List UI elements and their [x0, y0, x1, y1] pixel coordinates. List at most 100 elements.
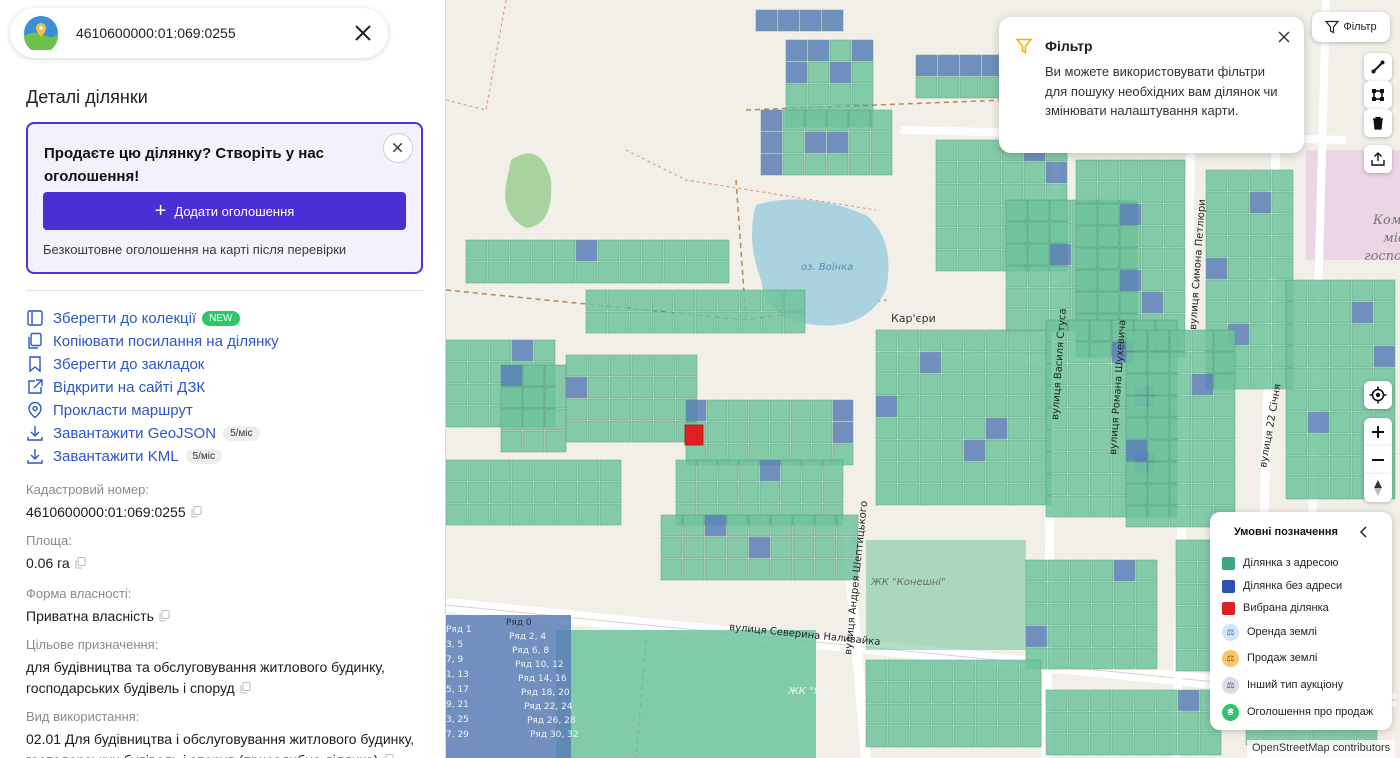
parcel[interactable]: [1007, 329, 1030, 352]
parcel[interactable]: [1049, 199, 1072, 222]
parcel[interactable]: [673, 311, 696, 334]
delete-drawing-button[interactable]: [1364, 109, 1392, 137]
parcel[interactable]: [1141, 203, 1164, 226]
parcel[interactable]: [631, 398, 654, 421]
parcel[interactable]: [1069, 581, 1092, 604]
parcel[interactable]: [1089, 733, 1112, 756]
parcel[interactable]: [931, 725, 954, 748]
parcel[interactable]: [1271, 169, 1294, 192]
parcel[interactable]: [706, 421, 728, 444]
parcel[interactable]: [522, 364, 545, 387]
parcel[interactable]: [739, 311, 762, 334]
map-attribution[interactable]: OpenStreetMap contributors: [1247, 740, 1396, 758]
parcel[interactable]: [599, 481, 622, 504]
parcel[interactable]: [997, 681, 1020, 704]
parcel[interactable]: [1047, 647, 1070, 670]
parcel[interactable]: [1169, 395, 1192, 418]
parcel[interactable]: [1091, 559, 1114, 582]
parcel[interactable]: [682, 558, 705, 581]
parcel[interactable]: [1191, 417, 1214, 440]
parcel[interactable]: [1307, 433, 1330, 456]
parcel[interactable]: [941, 395, 964, 418]
parcel[interactable]: [1271, 191, 1294, 214]
copy-link-link[interactable]: Копіювати посилання на ділянку: [26, 330, 279, 352]
parcel[interactable]: [1125, 439, 1148, 462]
parcel[interactable]: [941, 417, 964, 440]
parcel[interactable]: [826, 153, 849, 176]
parcel[interactable]: [985, 483, 1008, 506]
parcel[interactable]: [963, 395, 986, 418]
parcel[interactable]: [935, 183, 958, 206]
parcel[interactable]: [727, 421, 749, 444]
parcel[interactable]: [695, 289, 718, 312]
parcel[interactable]: [957, 139, 980, 162]
parcel[interactable]: [1025, 625, 1048, 648]
parcel[interactable]: [1027, 243, 1050, 266]
parcel[interactable]: [1271, 213, 1294, 236]
parcel[interactable]: [1089, 689, 1112, 712]
parcel[interactable]: [1141, 225, 1164, 248]
parcel[interactable]: [738, 459, 760, 482]
parcel[interactable]: [1175, 561, 1198, 584]
parcel[interactable]: [1049, 287, 1072, 310]
parcel[interactable]: [1213, 417, 1236, 440]
parcel[interactable]: [1125, 395, 1148, 418]
parcel[interactable]: [1097, 269, 1120, 292]
parcel[interactable]: [953, 703, 976, 726]
parcel[interactable]: [1329, 279, 1352, 302]
parcel[interactable]: [500, 430, 523, 453]
parcel[interactable]: [979, 227, 1002, 250]
parcel[interactable]: [1089, 711, 1112, 734]
parcel[interactable]: [897, 351, 920, 374]
parcel[interactable]: [500, 386, 523, 409]
parcel[interactable]: [577, 481, 600, 504]
parcel[interactable]: [587, 376, 610, 399]
parcel[interactable]: [919, 439, 942, 462]
parcel[interactable]: [1191, 329, 1214, 352]
parcel[interactable]: [780, 459, 802, 482]
parcel[interactable]: [1155, 711, 1178, 734]
parcel[interactable]: [1135, 559, 1158, 582]
parcel[interactable]: [979, 205, 1002, 228]
parcel[interactable]: [1089, 363, 1112, 386]
parcel[interactable]: [1067, 385, 1090, 408]
parcel[interactable]: [1249, 191, 1272, 214]
parcel[interactable]: [814, 536, 837, 559]
parcel[interactable]: [870, 109, 893, 132]
parcel[interactable]: [660, 536, 683, 559]
parcel[interactable]: [555, 481, 578, 504]
parcel[interactable]: [629, 311, 652, 334]
parcel[interactable]: [707, 239, 730, 262]
parcel[interactable]: [1329, 345, 1352, 368]
parcel[interactable]: [1163, 269, 1186, 292]
parcel[interactable]: [829, 39, 852, 62]
parcel[interactable]: [748, 558, 771, 581]
parcel[interactable]: [931, 659, 954, 682]
parcel[interactable]: [777, 9, 800, 32]
parcel[interactable]: [704, 514, 727, 537]
parcel[interactable]: [761, 289, 784, 312]
parcel[interactable]: [1067, 429, 1090, 452]
parcel[interactable]: [1249, 257, 1272, 280]
parcel[interactable]: [897, 417, 920, 440]
parcel[interactable]: [619, 261, 642, 284]
parcel[interactable]: [790, 399, 812, 422]
parcel[interactable]: [1329, 389, 1352, 412]
parcel[interactable]: [985, 329, 1008, 352]
parcel[interactable]: [985, 351, 1008, 374]
parcel[interactable]: [1249, 213, 1272, 236]
parcel[interactable]: [1019, 725, 1042, 748]
search-input[interactable]: 4610600000:01:069:0255: [76, 25, 236, 41]
parcel[interactable]: [565, 376, 588, 399]
parcel[interactable]: [704, 536, 727, 559]
parcel[interactable]: [770, 558, 793, 581]
parcel[interactable]: [1141, 159, 1164, 182]
parcel[interactable]: [1097, 247, 1120, 270]
parcel[interactable]: [1175, 583, 1198, 606]
parcel[interactable]: [801, 459, 823, 482]
parcel[interactable]: [975, 681, 998, 704]
parcel[interactable]: [675, 354, 698, 377]
parcel[interactable]: [500, 364, 523, 387]
parcel[interactable]: [509, 239, 532, 262]
parcel[interactable]: [941, 351, 964, 374]
